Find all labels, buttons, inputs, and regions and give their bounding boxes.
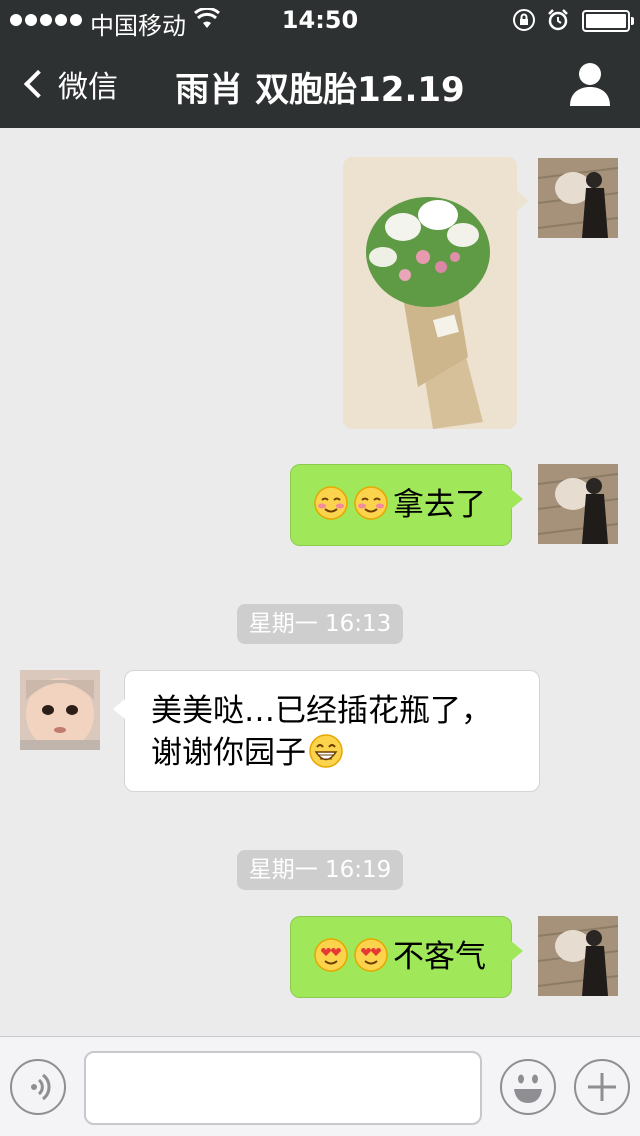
grin-emoji bbox=[309, 734, 343, 768]
message-bubble-outgoing[interactable]: 不客气 bbox=[290, 916, 523, 998]
status-bar: 中国移动 14:50 bbox=[0, 0, 640, 40]
message-bubble-outgoing[interactable]: 拿去了 bbox=[290, 464, 523, 546]
chat-title: 雨肖 双胞胎12.19 bbox=[175, 70, 465, 110]
input-bar bbox=[0, 1036, 640, 1136]
battery-icon bbox=[582, 10, 634, 32]
person-icon bbox=[570, 63, 610, 106]
rotation-lock-icon bbox=[512, 8, 536, 38]
chat-header: 微信 雨肖 双胞胎12.19 bbox=[0, 40, 640, 128]
timestamp: 星期一 16:19 bbox=[0, 850, 640, 890]
message-text: 拿去了 bbox=[393, 487, 486, 523]
message-text-line: 谢谢你园子 bbox=[151, 735, 306, 771]
my-avatar[interactable] bbox=[538, 464, 618, 544]
avatar-image bbox=[538, 158, 618, 238]
my-avatar[interactable] bbox=[538, 158, 618, 238]
timestamp-label: 星期一 16:19 bbox=[236, 850, 404, 890]
voice-icon bbox=[31, 1073, 51, 1101]
avatar-image bbox=[538, 916, 618, 996]
contact-profile-button[interactable] bbox=[564, 60, 616, 108]
bouquet-photo bbox=[343, 157, 517, 429]
timestamp: 星期一 16:13 bbox=[0, 604, 640, 644]
emoji-button[interactable] bbox=[500, 1059, 556, 1115]
message-text-line: 美美哒…已经插花瓶了， bbox=[151, 693, 492, 729]
image-message-bouquet[interactable] bbox=[343, 157, 529, 429]
plus-icon bbox=[588, 1073, 616, 1101]
smiley-icon bbox=[514, 1074, 542, 1103]
message-text: 不客气 bbox=[393, 939, 486, 975]
avatar-image bbox=[538, 464, 618, 544]
contact-avatar[interactable] bbox=[20, 670, 100, 750]
baby-avatar-image bbox=[20, 670, 100, 750]
message-input[interactable] bbox=[84, 1051, 482, 1125]
voice-button[interactable] bbox=[10, 1059, 66, 1115]
message-bubble-incoming[interactable]: 美美哒…已经插花瓶了， 谢谢你园子 bbox=[113, 670, 540, 792]
heart-eyes-emoji bbox=[354, 938, 388, 972]
timestamp-label: 星期一 16:13 bbox=[236, 604, 404, 644]
more-button[interactable] bbox=[574, 1059, 630, 1115]
alarm-icon bbox=[546, 8, 570, 38]
heart-eyes-emoji bbox=[314, 938, 348, 972]
my-avatar[interactable] bbox=[538, 916, 618, 996]
blush-emoji bbox=[354, 486, 388, 520]
status-time: 14:50 bbox=[281, 6, 359, 34]
blush-emoji bbox=[314, 486, 348, 520]
